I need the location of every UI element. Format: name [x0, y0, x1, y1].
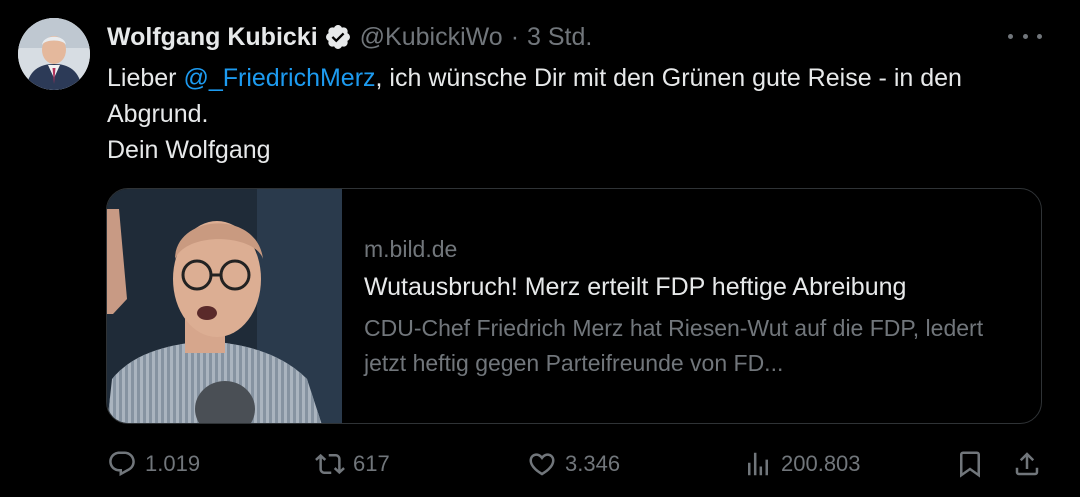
- link-card-title: Wutausbruch! Merz erteilt FDP heftige Ab…: [364, 273, 907, 301]
- mention-link[interactable]: @_FriedrichMerz: [183, 64, 375, 92]
- reply-button[interactable]: 1.019: [107, 447, 200, 481]
- link-card-image[interactable]: [107, 189, 342, 423]
- bookmark-icon: [960, 451, 980, 478]
- link-card-domain: m.bild.de: [364, 236, 458, 262]
- tweet-header: Wolfgang Kubicki @KubickiWo · 3 Std.: [107, 18, 592, 56]
- avatar[interactable]: [18, 18, 90, 90]
- repost-icon: [315, 453, 345, 475]
- share-button[interactable]: [1012, 447, 1042, 481]
- view-count: 200.803: [781, 451, 861, 476]
- timestamp[interactable]: 3 Std.: [527, 23, 592, 52]
- separator-dot: ·: [510, 22, 520, 51]
- share-icon: [1015, 452, 1039, 476]
- repost-count: 617: [353, 451, 390, 476]
- tweet-signoff: Dein Wolfgang: [107, 136, 271, 164]
- verified-badge-icon[interactable]: [324, 23, 352, 51]
- views-button[interactable]: 200.803: [743, 447, 861, 481]
- more-horizontal-icon[interactable]: [1008, 26, 1042, 46]
- reply-icon: [109, 451, 135, 477]
- author-display-name[interactable]: Wolfgang Kubicki: [107, 23, 318, 52]
- analytics-icon: [748, 452, 768, 476]
- bookmark-button[interactable]: [955, 447, 985, 481]
- tweet-text: Lieber @_FriedrichMerz, ich wünsche Dir …: [107, 60, 1057, 168]
- author-handle[interactable]: @KubickiWo: [360, 23, 503, 52]
- link-card[interactable]: m.bild.de Wutausbruch! Merz erteilt FDP …: [106, 188, 1042, 424]
- heart-icon: [529, 453, 555, 476]
- tweet-text-before: Lieber: [107, 64, 184, 92]
- like-button[interactable]: 3.346: [527, 447, 620, 481]
- repost-button[interactable]: 617: [315, 447, 390, 481]
- like-count: 3.346: [565, 451, 621, 476]
- reply-count: 1.019: [145, 451, 201, 476]
- tweet-actions: 1.019 617 3.346 200.803: [107, 447, 1042, 481]
- link-card-description: CDU-Chef Friedrich Merz hat Riesen-Wut a…: [364, 315, 984, 376]
